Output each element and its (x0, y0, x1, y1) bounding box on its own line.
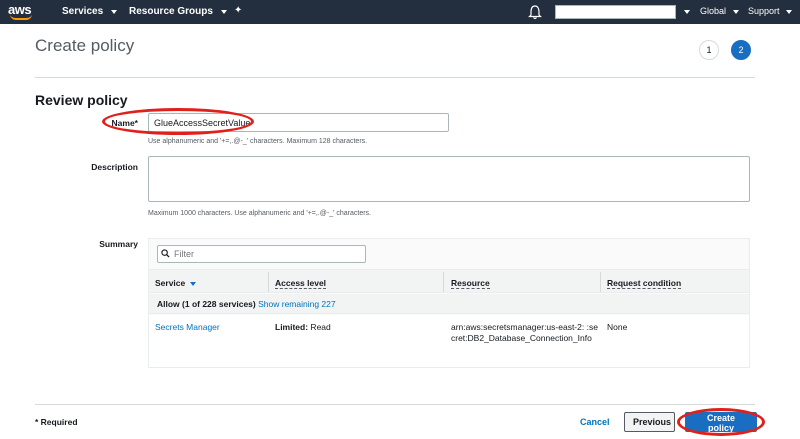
description-hint: Maximum 1000 characters. Use alphanumeri… (148, 210, 371, 217)
services-menu[interactable]: Services (62, 6, 118, 17)
chevron-down-icon (111, 9, 118, 14)
support-label: Support (748, 6, 780, 16)
allow-group-row: Allow (1 of 228 services) Show remaining… (149, 294, 749, 314)
aws-logo[interactable]: aws (8, 2, 38, 22)
services-label: Services (62, 6, 104, 17)
description-label: Description (91, 162, 138, 172)
resource-cell: arn:aws:secretsmanager:us-east-2: :secre… (451, 322, 598, 343)
column-separator (443, 272, 444, 292)
region-menu[interactable]: Global (700, 6, 739, 16)
summary-label: Summary (99, 239, 138, 249)
top-navigation-bar: aws Services Resource Groups ✦ Global Su… (0, 0, 800, 24)
summary-table: Service Access level Resource Request co… (148, 238, 750, 368)
sort-descending-icon (190, 281, 197, 286)
filter-input[interactable] (157, 245, 366, 263)
description-textarea[interactable] (148, 156, 750, 202)
column-separator (600, 272, 601, 292)
column-header-access-level[interactable]: Access level (275, 278, 327, 289)
divider (35, 77, 755, 78)
previous-button[interactable]: Previous (624, 412, 675, 432)
aws-smile-icon (10, 14, 32, 20)
service-link[interactable]: Secrets Manager (155, 322, 220, 333)
column-header-request-condition[interactable]: Request condition (607, 278, 682, 289)
column-separator (268, 272, 269, 292)
bell-icon[interactable] (528, 4, 542, 20)
divider (35, 404, 755, 405)
access-level-cell: Limited: Read (275, 322, 331, 332)
region-label: Global (700, 6, 727, 16)
table-row: Secrets Manager Limited: Read arn:aws:se… (149, 315, 749, 367)
column-header-resource[interactable]: Resource (451, 278, 490, 289)
name-hint: Use alphanumeric and '+=,.@-_' character… (148, 138, 368, 145)
account-chevron-down-icon[interactable] (684, 10, 690, 14)
resource-groups-menu[interactable]: Resource Groups (129, 6, 227, 17)
request-condition-cell: None (607, 322, 628, 332)
pin-icon[interactable]: ✦ (234, 5, 242, 16)
show-remaining-link[interactable]: Show remaining 227 (258, 299, 336, 309)
chevron-down-icon (786, 10, 793, 14)
page-title: Create policy (35, 36, 135, 55)
name-label: Name* (111, 118, 138, 128)
column-header-service[interactable]: Service (155, 278, 197, 288)
cancel-button[interactable]: Cancel (580, 417, 610, 427)
required-note: * Required (35, 417, 78, 427)
step-1-indicator[interactable]: 1 (699, 40, 719, 60)
chevron-down-icon (732, 10, 739, 14)
policy-name-input[interactable] (148, 113, 449, 132)
create-policy-button[interactable]: Create policy (685, 412, 757, 433)
account-field[interactable] (555, 5, 676, 19)
chevron-down-icon (220, 9, 227, 14)
support-menu[interactable]: Support (748, 6, 793, 16)
search-icon (161, 249, 170, 258)
allow-group-text: Allow (1 of 228 services) (157, 299, 256, 309)
step-2-indicator: 2 (731, 40, 751, 60)
resource-groups-label: Resource Groups (129, 6, 213, 17)
table-header: Service Access level Resource Request co… (149, 269, 749, 293)
section-title: Review policy (35, 92, 128, 108)
